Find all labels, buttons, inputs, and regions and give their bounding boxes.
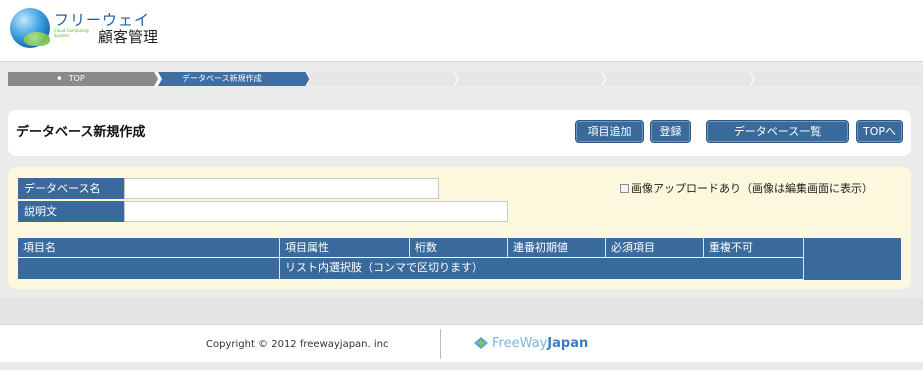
header-actions [804,238,901,280]
header-item-name: 項目名 [18,238,280,257]
breadcrumb-separator [154,72,162,86]
image-upload-label: 画像アップロードあり（画像は編集画面に表示） [631,182,873,195]
image-upload-option[interactable]: 画像アップロードあり（画像は編集画面に表示） [620,180,873,196]
header-list-options: リスト内選択肢（コンマで区切ります） [280,258,804,279]
description-input[interactable] [124,201,508,222]
copyright-text: Copyright © 2012 freewayjapan. inc [206,339,389,350]
db-name-label: データベース名 [18,178,124,199]
footer-divider [440,329,441,359]
header-blank [18,258,280,279]
home-icon: ⚫ [56,74,63,83]
breadcrumb-separator [452,72,460,86]
freewayjapan-wordmark: FreeWayJapan [492,336,588,351]
header-item-attribute: 項目属性 [280,238,410,257]
breadcrumb-current: データベース新規作成 [158,72,306,86]
freewayjapan-mark-icon [474,337,488,349]
breadcrumb: ⚫ TOP データベース新規作成 [8,72,923,86]
breadcrumb-separator [600,72,608,86]
add-item-button[interactable]: 項目追加 [575,120,644,143]
header-serial-initial: 連番初期値 [508,238,606,257]
title-panel: データベース新規作成 項目追加 登録 データベース一覧 TOPへ [8,110,911,156]
database-form: データベース名 説明文 画像アップロードあり（画像は編集画面に表示） 項目名 項… [8,167,911,289]
app-header: フリーウェイ Cloud Computing System 顧客管理 [0,0,923,62]
db-name-input[interactable] [124,178,439,199]
breadcrumb-current-label: データベース新規作成 [182,74,262,83]
database-list-button[interactable]: データベース一覧 [706,120,849,143]
breadcrumb-separator [304,72,312,86]
spacer-band [0,298,923,324]
app-title: 顧客管理 [98,28,159,46]
breadcrumb-home-label: TOP [68,74,85,83]
header-no-duplicate: 重複不可 [704,238,804,257]
breadcrumb-separator [748,72,756,86]
logo-subtitle: Cloud Computing System [54,28,89,38]
header-digits: 桁数 [410,238,508,257]
top-button[interactable]: TOPへ [856,120,903,143]
page-footer: Copyright © 2012 freewayjapan. inc FreeW… [0,324,923,362]
description-label: 説明文 [18,201,124,222]
register-button[interactable]: 登録 [650,120,691,143]
image-upload-checkbox[interactable] [620,184,629,193]
breadcrumb-home[interactable]: ⚫ TOP [8,72,158,86]
brand-light: FreeWay [492,336,548,351]
header-required: 必須項目 [606,238,704,257]
brand-bold: Japan [547,336,589,351]
freeway-logo[interactable]: フリーウェイ Cloud Computing System 顧客管理 [10,6,170,54]
leaf-icon [24,32,50,46]
page-title: データベース新規作成 [16,125,146,140]
